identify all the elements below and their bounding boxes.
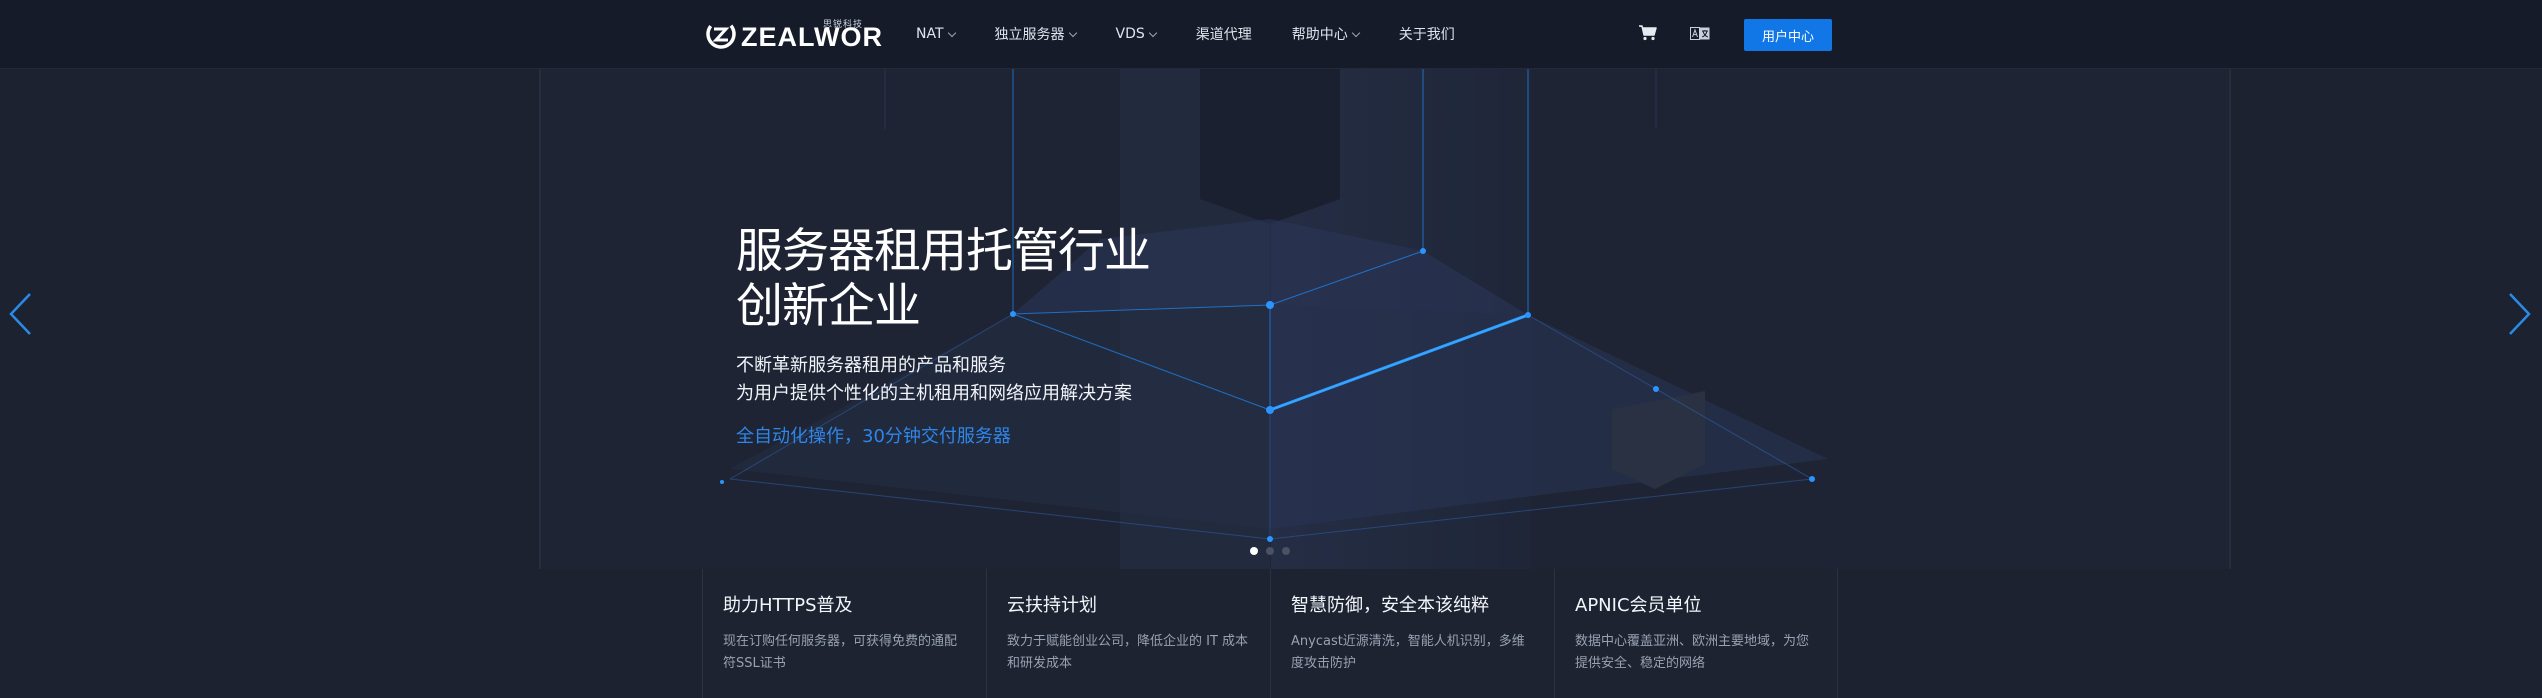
feature-strip: 助力HTTPS普及 现在订购任何服务器，可获得免费的通配符SSL证书 云扶持计划… xyxy=(702,569,1840,698)
chevron-down-icon xyxy=(1148,28,1158,37)
feature-card[interactable]: APNIC会员单位 数据中心覆盖亚洲、欧洲主要地域，为您提供安全、稳定的网络 xyxy=(1554,569,1838,698)
feature-description: 现在订购任何服务器，可获得免费的通配符SSL证书 xyxy=(723,634,958,671)
feature-description: 致力于赋能创业公司，降低企业的 IT 成本和研发成本 xyxy=(1007,634,1249,671)
nav-item-label: 独立服务器 xyxy=(994,27,1065,43)
hero-banner: 服务器租用托管行业 创新企业 不断革新服务器租用的产品和服务 为用户提供个性化的… xyxy=(0,69,2542,569)
nav-item-help-center[interactable]: 帮助中心 xyxy=(1291,24,1361,44)
nav-item-label: 关于我们 xyxy=(1398,27,1455,43)
hero-title-line2: 创新企业 xyxy=(736,279,921,334)
chevron-down-icon xyxy=(1351,28,1361,37)
cart-icon[interactable] xyxy=(1639,25,1657,41)
carousel-dot[interactable] xyxy=(1250,547,1258,555)
language-icon[interactable] xyxy=(1690,27,1710,40)
feature-title: 云扶持计划 xyxy=(1007,595,1097,616)
nav-item-dedicated-server[interactable]: 独立服务器 xyxy=(994,24,1077,44)
nav-item-label: 帮助中心 xyxy=(1291,27,1348,43)
nav-item-channel-agent[interactable]: 渠道代理 xyxy=(1196,24,1252,44)
feature-description: Anycast近源清洗，智能人机识别，多维度攻击防护 xyxy=(1291,634,1525,671)
nav-item-nat[interactable]: NAT xyxy=(916,26,956,42)
nav-item-label: NAT xyxy=(916,26,944,42)
top-navbar: ZEALWOR 思锐科技 NAT 独立服务器 VDS 渠道代理 帮助中心 关于我… xyxy=(0,0,2542,69)
logo[interactable]: ZEALWOR 思锐科技 xyxy=(705,16,883,52)
feature-description: 数据中心覆盖亚洲、欧洲主要地域，为您提供安全、稳定的网络 xyxy=(1575,634,1810,671)
hero-highlight: 全自动化操作，30分钟交付服务器 xyxy=(736,426,1011,447)
carousel-dot[interactable] xyxy=(1282,547,1290,555)
nav-item-label: VDS xyxy=(1115,26,1145,42)
nav-item-about-us[interactable]: 关于我们 xyxy=(1399,24,1455,44)
feature-card[interactable]: 助力HTTPS普及 现在订购任何服务器，可获得免费的通配符SSL证书 xyxy=(702,569,986,698)
hero-description: 不断革新服务器租用的产品和服务 为用户提供个性化的主机租用和网络应用解决方案 xyxy=(736,352,1150,408)
logo-mark-icon xyxy=(706,19,736,49)
hero-background-graphic xyxy=(0,69,2542,569)
chevron-right-icon[interactable] xyxy=(2506,292,2532,336)
logo-subtext: 思锐科技 xyxy=(823,20,864,30)
feature-title: 助力HTTPS普及 xyxy=(723,595,853,616)
nav-item-label: 渠道代理 xyxy=(1195,27,1252,43)
carousel-dots xyxy=(1250,547,1298,555)
carousel-dot[interactable] xyxy=(1266,547,1274,555)
hero-title: 服务器租用托管行业 创新企业 xyxy=(736,224,1151,334)
chevron-left-icon[interactable] xyxy=(8,292,34,336)
feature-title: 智慧防御，安全本该纯粹 xyxy=(1291,595,1489,616)
chevron-down-icon xyxy=(947,28,956,37)
feature-card[interactable]: 智慧防御，安全本该纯粹 Anycast近源清洗，智能人机识别，多维度攻击防护 xyxy=(1270,569,1554,698)
hero-text-block: 服务器租用托管行业 创新企业 不断革新服务器租用的产品和服务 为用户提供个性化的… xyxy=(736,224,1151,448)
chevron-down-icon xyxy=(1068,28,1077,37)
nav-item-vds[interactable]: VDS xyxy=(1115,26,1158,42)
user-center-button[interactable]: 用户中心 xyxy=(1744,19,1832,51)
feature-title: APNIC会员单位 xyxy=(1575,595,1702,616)
main-nav: NAT 独立服务器 VDS 渠道代理 帮助中心 关于我们 xyxy=(916,0,1495,68)
hero-desc-line1: 不断革新服务器租用的产品和服务 xyxy=(736,355,1006,376)
feature-card[interactable]: 云扶持计划 致力于赋能创业公司，降低企业的 IT 成本和研发成本 xyxy=(986,569,1270,698)
hero-title-line1: 服务器租用托管行业 xyxy=(736,224,1151,279)
hero-desc-line2: 为用户提供个性化的主机租用和网络应用解决方案 xyxy=(736,383,1132,404)
